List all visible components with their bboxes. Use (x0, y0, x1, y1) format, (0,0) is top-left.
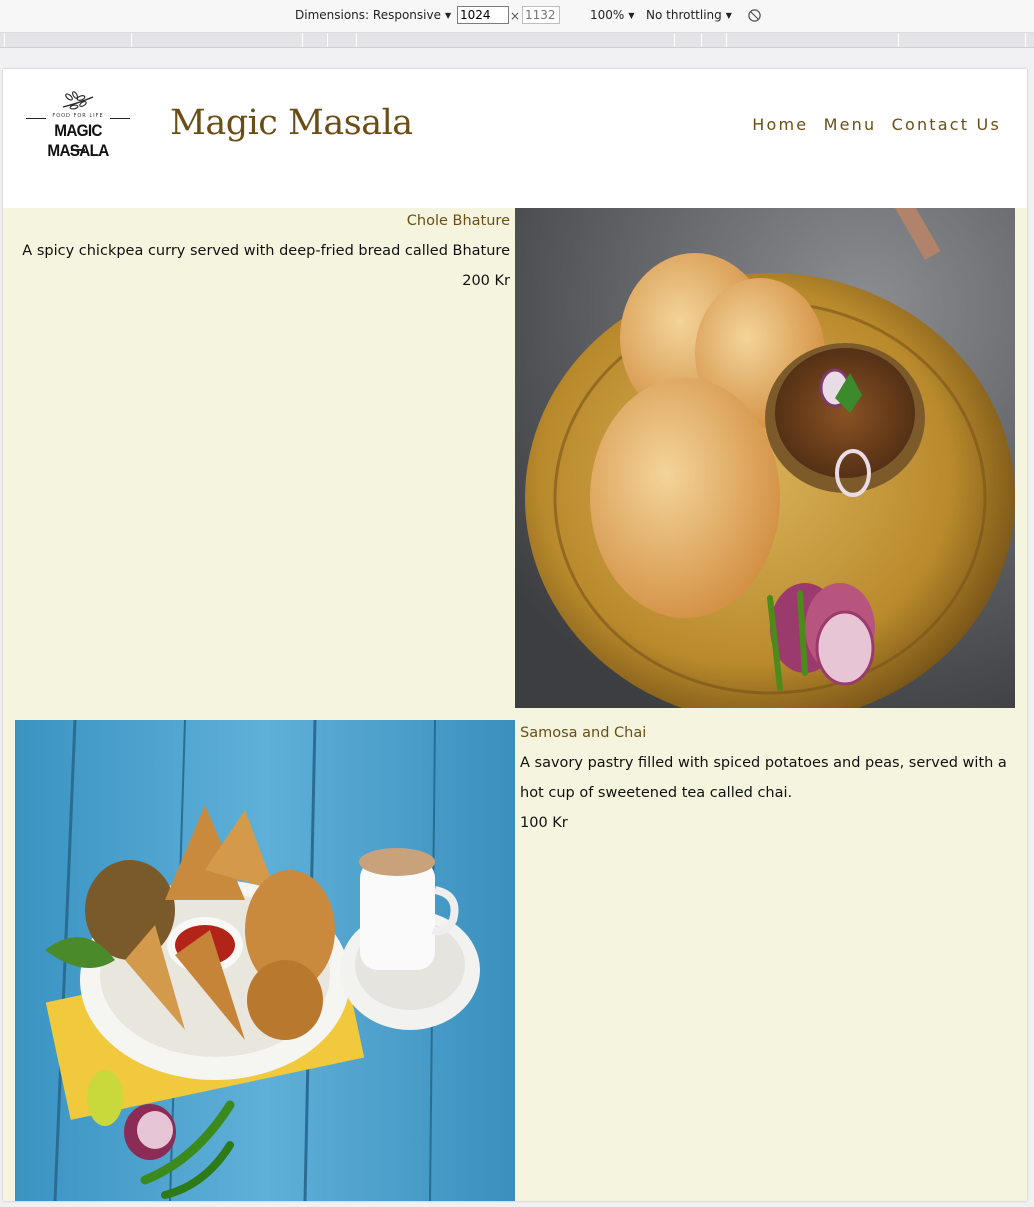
viewport-height-input[interactable] (522, 6, 560, 24)
chevron-down-icon: ▼ (725, 11, 732, 20)
chevron-down-icon: ▼ (628, 11, 635, 20)
chevron-down-icon: ▼ (444, 11, 452, 20)
dish-price: 200 Kr (462, 273, 510, 289)
nav-contact-us[interactable]: Contact Us (892, 115, 1001, 134)
viewport: FOOD FOR LIFE MAGIC MASALA Magic Masala … (3, 69, 1027, 1201)
logo-tagline: FOOD FOR LIFE (52, 113, 104, 119)
rotate-icon[interactable] (747, 8, 762, 23)
dish-name: Chole Bhature (406, 213, 510, 229)
menu-item: Samosa and Chai A savory pastry filled w… (520, 718, 1015, 838)
viewport-width-input[interactable] (457, 6, 509, 24)
devtools-toolbar: Dimensions: Responsive▼ × 100%▼ No throt… (0, 0, 1034, 33)
menu-content: Chole Bhature A spicy chickpea curry ser… (3, 208, 1027, 1201)
nav-home[interactable]: Home (752, 115, 808, 134)
dish-name: Samosa and Chai (520, 725, 647, 741)
menu-item: Chole Bhature A spicy chickpea curry ser… (15, 206, 510, 296)
media-query-ruler[interactable] (0, 33, 1034, 48)
nav-menu[interactable]: Menu (824, 115, 877, 134)
dish-price: 100 Kr (520, 815, 568, 831)
site-logo[interactable]: FOOD FOR LIFE MAGIC MASALA (26, 87, 130, 160)
chole-bhature-photo (515, 208, 1015, 708)
dish-description: A spicy chickpea curry served with deep-… (22, 243, 510, 259)
samosa-chai-photo (15, 720, 515, 1201)
throttling-dropdown[interactable]: No throttling ▼ (646, 8, 732, 22)
logo-underline (71, 149, 85, 151)
dimensions-label: Dimensions: Responsive (295, 8, 441, 22)
site-header: FOOD FOR LIFE MAGIC MASALA Magic Masala … (3, 69, 1027, 208)
dish-description: A savory pastry filled with spiced potat… (520, 755, 1007, 801)
brand-title: Magic Masala (170, 103, 413, 143)
dimensions-dropdown[interactable]: Dimensions: Responsive ▼ (295, 8, 451, 22)
times-icon: × (510, 9, 521, 23)
logo-name: MAGIC MASALA (47, 121, 109, 160)
leaf-icon (62, 91, 94, 110)
zoom-label: 100% (590, 8, 625, 22)
zoom-dropdown[interactable]: 100% ▼ (590, 8, 634, 22)
throttling-label: No throttling (646, 8, 722, 22)
main-nav: Home Menu Contact Us (744, 115, 1001, 134)
